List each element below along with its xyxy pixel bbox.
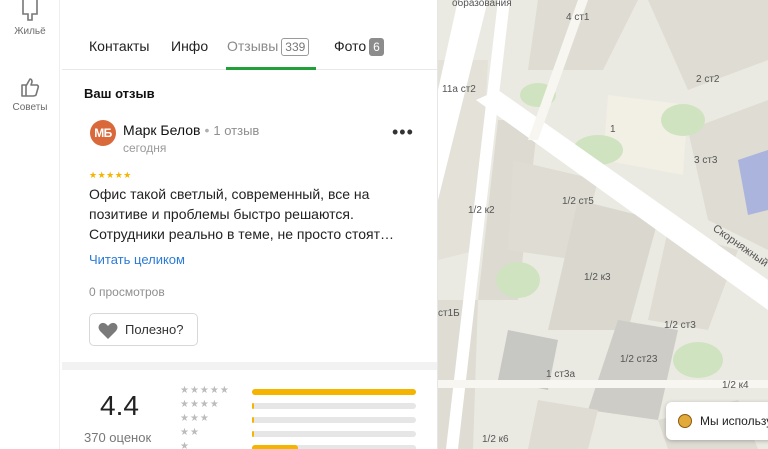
read-more-link[interactable]: Читать целиком	[89, 252, 185, 267]
rating-bar-fill	[252, 389, 416, 395]
rating-bar-fill	[252, 417, 254, 423]
more-options-icon[interactable]: •••	[392, 122, 414, 143]
rating-bar-track	[252, 403, 416, 409]
rating-bar-track	[252, 445, 416, 449]
building-icon	[22, 0, 38, 21]
map-label: 1/2 к3	[584, 272, 611, 283]
map-label: ст1Б	[438, 308, 460, 319]
review-stars: ★★★★★	[89, 170, 132, 180]
rating-bar-fill	[252, 445, 298, 449]
reviews-panel: Контакты Инфо Отзывы 339 Фото 6 Ваш отзыв …	[62, 0, 438, 449]
separator-dot: •	[204, 122, 210, 138]
tab-count-badge: 339	[281, 38, 310, 56]
review-text: Офис такой светлый, современный, все на …	[89, 186, 395, 242]
tab-photos[interactable]: Фото 6	[334, 38, 384, 56]
map-label: образования	[452, 0, 512, 9]
map-label: 1/2 ст23	[620, 354, 658, 365]
rating-bar-track	[252, 431, 416, 437]
cookie-banner[interactable]: Мы использу	[666, 402, 768, 440]
map-label: 1 ст3а	[546, 369, 576, 380]
app-root: Жильё Советы Контакты Инфо Отзывы 339 Фот…	[0, 0, 768, 449]
map-view[interactable]: образования 4 ст1 2 ст2 11а ст2 1 3 ст3 1/2 к2…	[438, 0, 768, 449]
active-tab-indicator	[226, 67, 316, 70]
heart-icon	[98, 322, 118, 339]
map-label: 4 ст1	[566, 12, 590, 23]
cookie-text: Мы использу	[700, 414, 768, 428]
tab-label: Фото	[334, 38, 367, 54]
map-label: 11а ст2	[442, 84, 476, 95]
rating-row-stars: ★★★	[180, 413, 210, 424]
tab-contacts[interactable]: Контакты	[89, 38, 149, 54]
cookie-icon	[678, 414, 692, 428]
map-label: 1/2 к2	[468, 205, 495, 216]
tab-info[interactable]: Инфо	[171, 38, 208, 54]
avatar[interactable]: МБ	[90, 120, 116, 146]
tab-reviews[interactable]: Отзывы 339	[227, 38, 310, 56]
thumbs-up-icon	[21, 78, 40, 97]
author-review-count: 1 отзыв	[213, 123, 260, 138]
rail-item-label: Жильё	[14, 26, 46, 37]
section-title: Ваш отзыв	[84, 86, 155, 101]
review-author: Марк Белов • 1 отзыв	[123, 122, 259, 138]
rating-bar-track	[252, 417, 416, 423]
rail-item-label: Советы	[12, 102, 48, 113]
rating-row-4[interactable]: ★★★★	[180, 399, 420, 413]
rating-bar-track	[252, 389, 416, 395]
author-name[interactable]: Марк Белов	[123, 122, 200, 138]
rating-row-stars: ★★	[180, 427, 200, 438]
section-divider	[62, 362, 437, 370]
useful-label: Полезно?	[125, 322, 184, 337]
rating-bar-fill	[252, 403, 254, 409]
review-date: сегодня	[123, 141, 167, 155]
left-rail: Жильё Советы	[0, 0, 60, 449]
rail-item-tips[interactable]: Советы	[0, 76, 60, 113]
map-label: 1	[610, 124, 616, 135]
rating-row-stars: ★★★★	[180, 399, 220, 410]
map-label: 1/2 к6	[482, 434, 509, 445]
rating-row-5[interactable]: ★★★★★	[180, 385, 420, 399]
rating-row-stars: ★★★★★	[180, 385, 230, 396]
rating-count: 370 оценок	[84, 430, 152, 445]
tab-bar: Контакты Инфо Отзывы 339 Фото 6	[62, 24, 437, 70]
map-label: 3 ст3	[694, 155, 718, 166]
tab-label: Инфо	[171, 38, 209, 54]
rating-bar-fill	[252, 431, 254, 437]
map-label: 1/2 ст3	[664, 320, 696, 331]
tab-label: Контакты	[89, 38, 150, 54]
map-label: 1/2 ст5	[562, 196, 594, 207]
view-count: 0 просмотров	[89, 285, 165, 299]
map-label: 1/2 к4	[722, 380, 749, 391]
tab-count-badge: 6	[369, 38, 384, 56]
average-rating: 4.4	[100, 390, 139, 421]
tab-label: Отзывы	[227, 38, 279, 54]
map-label: 2 ст2	[696, 74, 720, 85]
useful-button[interactable]: Полезно?	[89, 313, 198, 346]
rating-row-stars: ★	[180, 441, 190, 449]
rating-row-3[interactable]: ★★★	[180, 413, 420, 427]
rating-row-1[interactable]: ★	[180, 441, 420, 449]
rail-item-housing[interactable]: Жильё	[0, 0, 60, 37]
rating-row-2[interactable]: ★★	[180, 427, 420, 441]
